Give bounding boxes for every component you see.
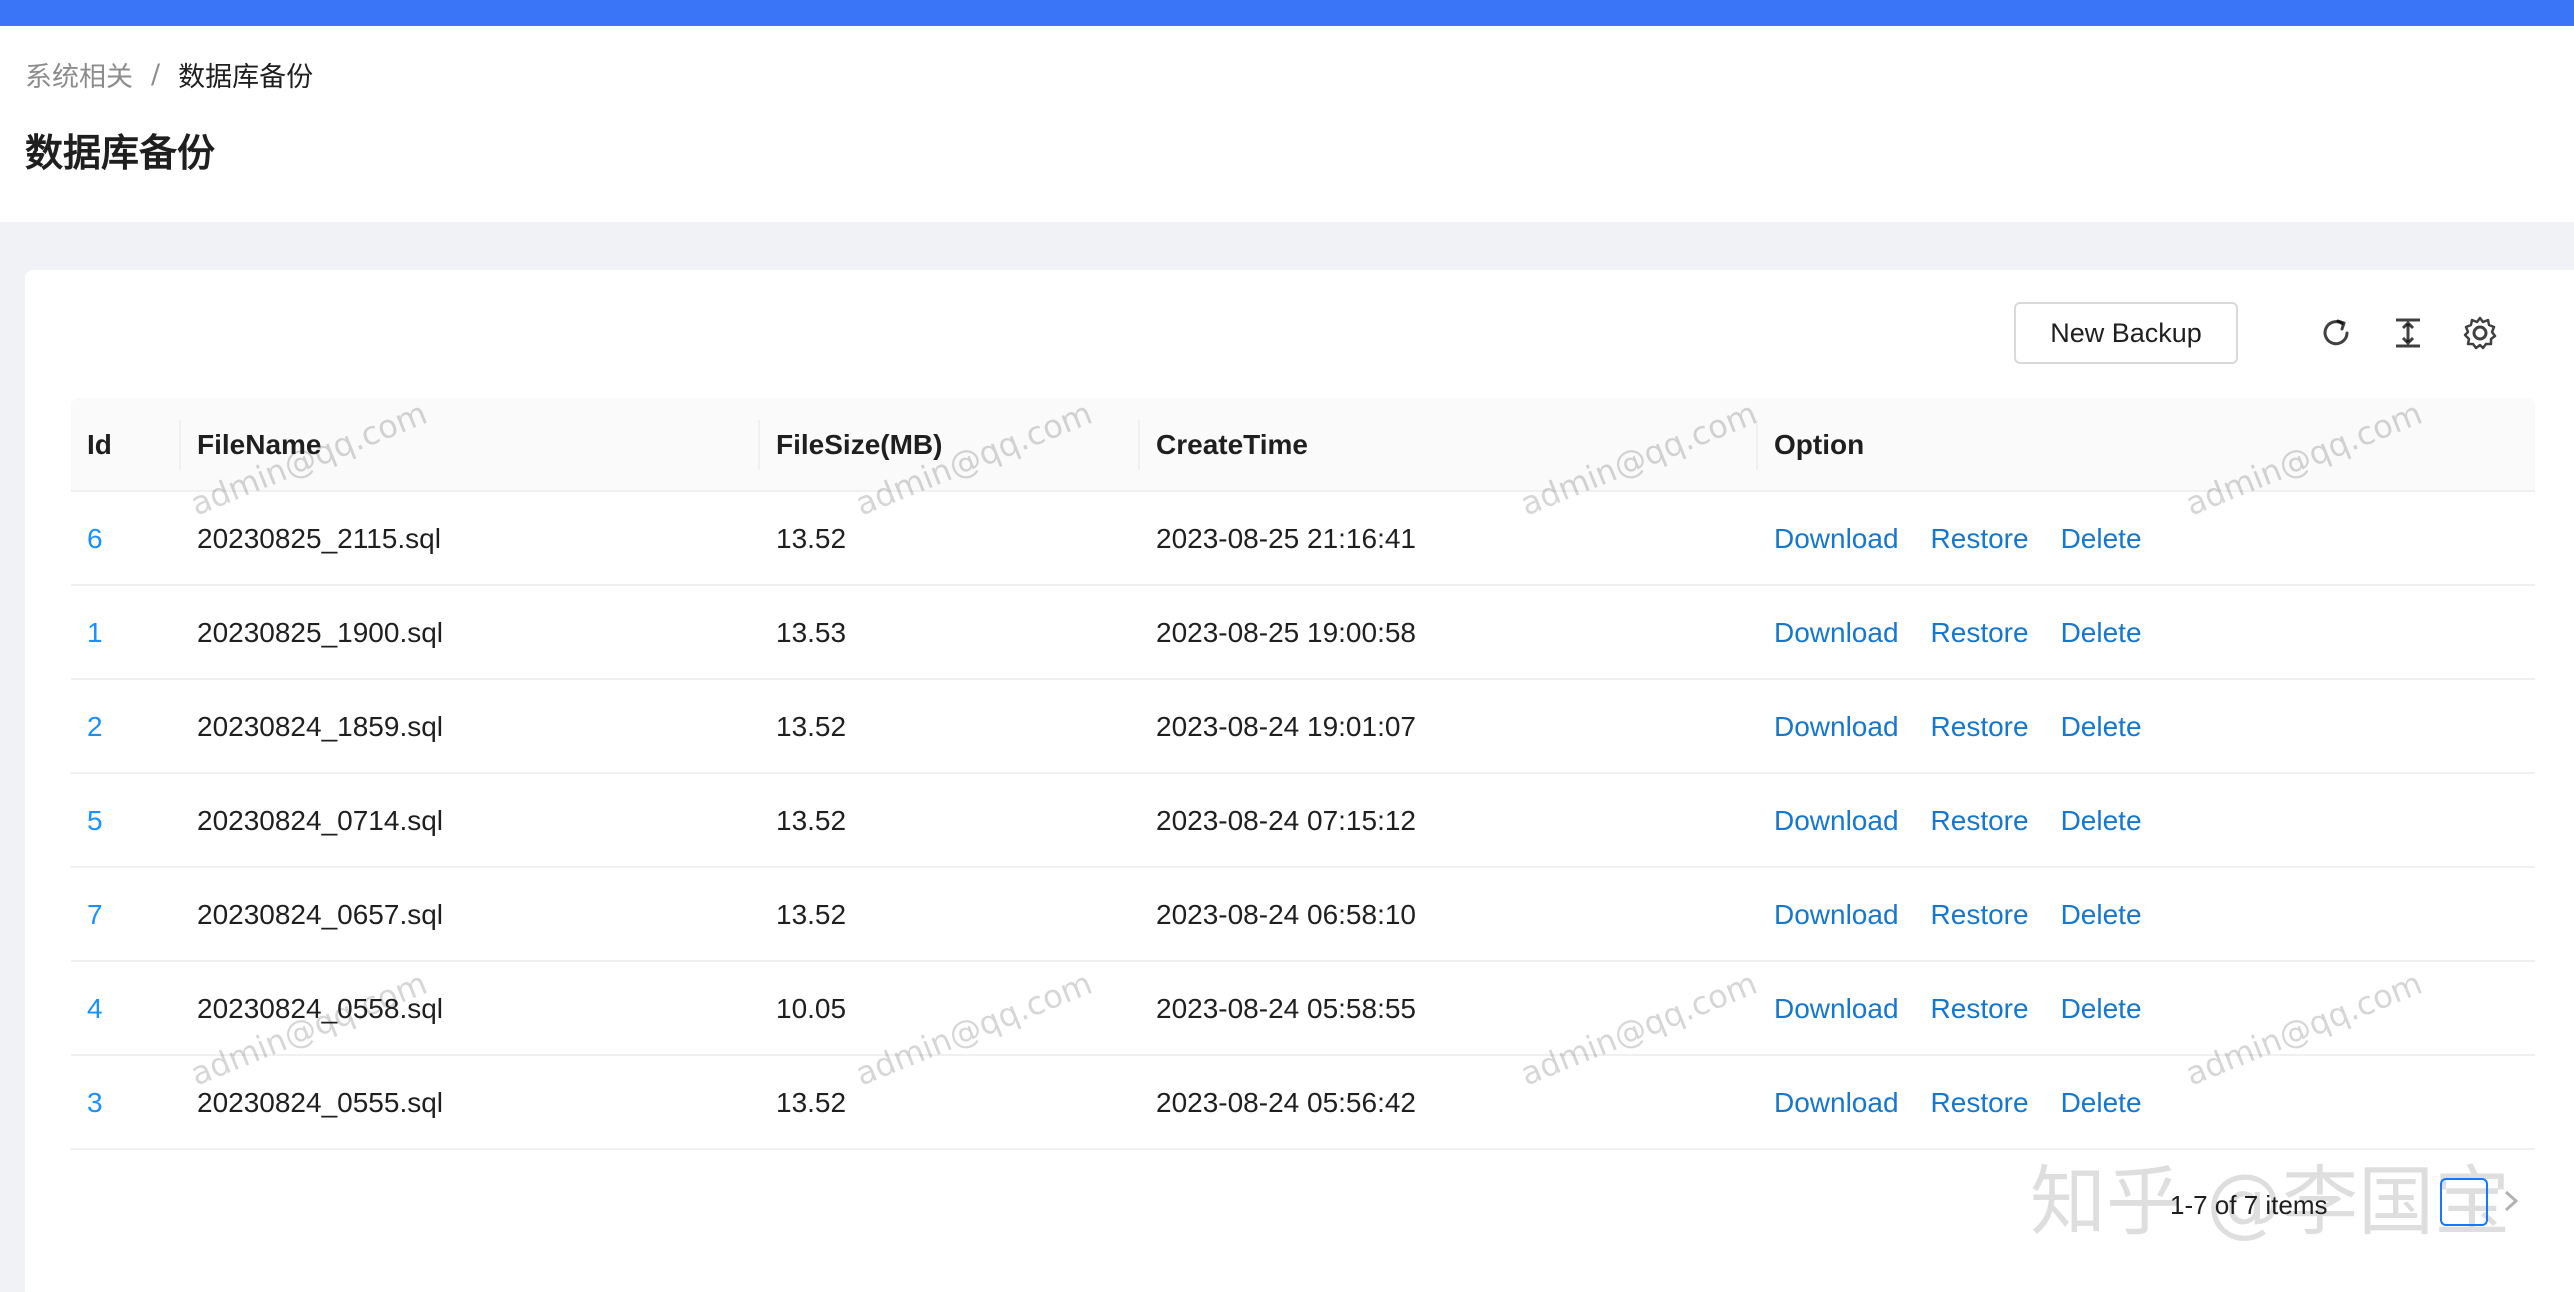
- column-divider: [758, 420, 760, 470]
- row-options: Download Restore Delete: [1774, 586, 2174, 680]
- reload-icon[interactable]: [2316, 313, 2356, 353]
- row-options: Download Restore Delete: [1774, 868, 2174, 962]
- restore-link[interactable]: Restore: [1931, 1087, 2029, 1119]
- row-id-link[interactable]: 7: [87, 868, 103, 962]
- column-divider: [179, 420, 181, 470]
- row-createtime: 2023-08-24 19:01:07: [1156, 711, 1416, 742]
- row-id-link[interactable]: 1: [87, 586, 103, 680]
- table-row: 2 20230824_1859.sql 13.52 2023-08-24 19:…: [71, 680, 2535, 774]
- row-options: Download Restore Delete: [1774, 962, 2174, 1056]
- row-filename: 20230824_0555.sql: [197, 1087, 444, 1118]
- table-row: 1 20230825_1900.sql 13.53 2023-08-25 19:…: [71, 586, 2535, 680]
- row-filesize: 13.52: [776, 711, 847, 742]
- column-header-filesize[interactable]: FileSize(MB): [776, 398, 942, 492]
- download-link[interactable]: Download: [1774, 617, 1899, 649]
- row-createtime: 2023-08-24 05:56:42: [1156, 1087, 1416, 1118]
- row-id-link[interactable]: 5: [87, 774, 103, 868]
- table-row: 6 20230825_2115.sql 13.52 2023-08-25 21:…: [71, 492, 2535, 586]
- delete-link[interactable]: Delete: [2061, 993, 2142, 1025]
- page-header: 系统相关 / 数据库备份 数据库备份: [0, 26, 2574, 222]
- row-options: Download Restore Delete: [1774, 1056, 2174, 1150]
- delete-link[interactable]: Delete: [2061, 1087, 2142, 1119]
- backup-table-card: New Backup Id FileName FileSize(MB) Crea…: [25, 270, 2574, 1292]
- column-header-createtime[interactable]: CreateTime: [1156, 398, 1308, 492]
- row-filesize: 13.52: [776, 523, 847, 554]
- chevron-right-icon[interactable]: [2496, 1186, 2526, 1216]
- delete-link[interactable]: Delete: [2061, 617, 2142, 649]
- current-page-button[interactable]: [2440, 1178, 2488, 1226]
- row-filename: 20230824_0558.sql: [197, 993, 444, 1024]
- table-header-row: Id FileName FileSize(MB) CreateTime Opti…: [71, 398, 2535, 492]
- row-filesize: 13.53: [776, 617, 847, 648]
- row-filesize: 10.05: [776, 993, 847, 1024]
- column-divider: [1138, 420, 1140, 470]
- column-header-id[interactable]: Id: [87, 398, 112, 492]
- row-createtime: 2023-08-25 21:16:41: [1156, 523, 1416, 554]
- row-filesize: 13.52: [776, 805, 847, 836]
- setting-icon[interactable]: [2460, 313, 2500, 353]
- breadcrumb-separator: /: [151, 58, 161, 90]
- restore-link[interactable]: Restore: [1931, 617, 2029, 649]
- table-row: 3 20230824_0555.sql 13.52 2023-08-24 05:…: [71, 1056, 2535, 1150]
- row-createtime: 2023-08-25 19:00:58: [1156, 617, 1416, 648]
- table-row: 4 20230824_0558.sql 10.05 2023-08-24 05:…: [71, 962, 2535, 1056]
- download-link[interactable]: Download: [1774, 523, 1899, 555]
- new-backup-button[interactable]: New Backup: [2014, 302, 2238, 364]
- top-accent-bar: [0, 0, 2574, 26]
- delete-link[interactable]: Delete: [2061, 899, 2142, 931]
- delete-link[interactable]: Delete: [2061, 523, 2142, 555]
- row-id-link[interactable]: 6: [87, 492, 103, 586]
- column-divider: [1756, 420, 1758, 470]
- row-createtime: 2023-08-24 06:58:10: [1156, 899, 1416, 930]
- restore-link[interactable]: Restore: [1931, 899, 2029, 931]
- delete-link[interactable]: Delete: [2061, 711, 2142, 743]
- row-id-link[interactable]: 2: [87, 680, 103, 774]
- row-id-link[interactable]: 4: [87, 962, 103, 1056]
- restore-link[interactable]: Restore: [1931, 711, 2029, 743]
- download-link[interactable]: Download: [1774, 1087, 1899, 1119]
- restore-link[interactable]: Restore: [1931, 805, 2029, 837]
- pagination-summary: 1-7 of 7 items: [2170, 1189, 2328, 1220]
- backup-table: Id FileName FileSize(MB) CreateTime Opti…: [71, 398, 2535, 1150]
- download-link[interactable]: Download: [1774, 993, 1899, 1025]
- row-filename: 20230824_0657.sql: [197, 899, 444, 930]
- download-link[interactable]: Download: [1774, 899, 1899, 931]
- row-filename: 20230825_1900.sql: [197, 617, 444, 648]
- column-header-option: Option: [1774, 429, 1865, 460]
- row-options: Download Restore Delete: [1774, 680, 2174, 774]
- page-title: 数据库备份: [25, 131, 216, 175]
- row-filesize: 13.52: [776, 899, 847, 930]
- download-link[interactable]: Download: [1774, 805, 1899, 837]
- row-filename: 20230824_1859.sql: [197, 711, 444, 742]
- row-filesize: 13.52: [776, 1087, 847, 1118]
- table-row: 7 20230824_0657.sql 13.52 2023-08-24 06:…: [71, 868, 2535, 962]
- delete-link[interactable]: Delete: [2061, 805, 2142, 837]
- column-height-icon[interactable]: [2388, 313, 2428, 353]
- row-filename: 20230824_0714.sql: [197, 805, 444, 836]
- download-link[interactable]: Download: [1774, 711, 1899, 743]
- row-filename: 20230825_2115.sql: [197, 523, 441, 554]
- row-createtime: 2023-08-24 07:15:12: [1156, 805, 1416, 836]
- row-options: Download Restore Delete: [1774, 492, 2174, 586]
- row-id-link[interactable]: 3: [87, 1056, 103, 1150]
- table-toolbar: New Backup: [2014, 302, 2574, 364]
- breadcrumb-current: 数据库备份: [178, 61, 314, 93]
- breadcrumb-parent[interactable]: 系统相关: [25, 55, 133, 94]
- restore-link[interactable]: Restore: [1931, 523, 2029, 555]
- column-header-filename[interactable]: FileName: [197, 398, 322, 492]
- restore-link[interactable]: Restore: [1931, 993, 2029, 1025]
- breadcrumb: 系统相关 / 数据库备份: [25, 54, 313, 94]
- row-options: Download Restore Delete: [1774, 774, 2174, 868]
- row-createtime: 2023-08-24 05:58:55: [1156, 993, 1416, 1024]
- table-row: 5 20230824_0714.sql 13.52 2023-08-24 07:…: [71, 774, 2535, 868]
